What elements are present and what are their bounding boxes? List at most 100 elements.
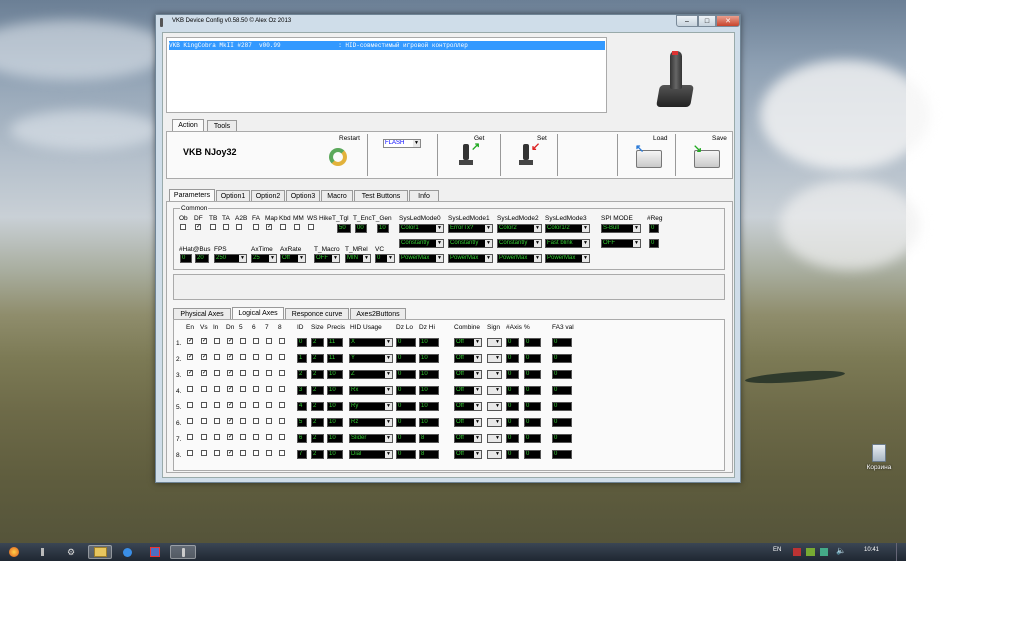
- axis-flag-checkbox[interactable]: [187, 434, 193, 440]
- nvidia-tray-icon[interactable]: [806, 548, 815, 556]
- language-indicator[interactable]: EN: [773, 547, 781, 553]
- axis-flag-checkbox[interactable]: [201, 386, 207, 392]
- device-list[interactable]: VKB KingCobra MkII #287 v00.99 : HID-сов…: [166, 37, 607, 113]
- axis-sign-dropdown[interactable]: ▼: [487, 354, 502, 363]
- axis-flag-checkbox[interactable]: [240, 386, 246, 392]
- restart-button[interactable]: [325, 146, 355, 174]
- taskbar-explorer-button[interactable]: [88, 545, 112, 559]
- sysled-dropdown[interactable]: Color1/2 ▼: [545, 224, 590, 233]
- axis-flag-checkbox[interactable]: [240, 402, 246, 408]
- get-button[interactable]: ↗: [453, 140, 483, 168]
- flag-checkbox[interactable]: [236, 224, 242, 230]
- axis-fa3-field[interactable]: 0: [552, 434, 572, 443]
- flag-checkbox[interactable]: [180, 224, 186, 230]
- axis-fa3-field[interactable]: 0: [552, 386, 572, 395]
- sysled-dropdown[interactable]: PowerMax ▼: [399, 254, 444, 263]
- axis-hid-usage-dropdown[interactable]: Ry ▼: [349, 402, 393, 411]
- axis-flag-checkbox[interactable]: ✓: [227, 370, 233, 376]
- axis-percent-field[interactable]: 0: [524, 354, 541, 363]
- axis-flag-checkbox[interactable]: [214, 434, 220, 440]
- axis-combine-dropdown[interactable]: Off ▼: [454, 434, 482, 443]
- axis-flag-checkbox[interactable]: [279, 338, 285, 344]
- axis-flag-checkbox[interactable]: [240, 370, 246, 376]
- axis-id-field[interactable]: 4: [297, 402, 307, 411]
- axis-combine-dropdown[interactable]: Off ▼: [454, 402, 482, 411]
- axis-flag-checkbox[interactable]: [279, 354, 285, 360]
- sysled-dropdown[interactable]: PowerMax ▼: [448, 254, 493, 263]
- axis-number-field[interactable]: 0: [506, 402, 519, 411]
- axis-number-field[interactable]: 0: [506, 386, 519, 395]
- axis-sign-dropdown[interactable]: ▼: [487, 418, 502, 427]
- axis-combine-dropdown[interactable]: Off ▼: [454, 386, 482, 395]
- axis-flag-checkbox[interactable]: [201, 402, 207, 408]
- axis-flag-checkbox[interactable]: [201, 450, 207, 456]
- axis-flag-checkbox[interactable]: [279, 386, 285, 392]
- axis-flag-checkbox[interactable]: ✓: [227, 434, 233, 440]
- enc-value-field[interactable]: 10: [377, 224, 389, 233]
- axis-deadzone-low-field[interactable]: 0: [396, 386, 416, 395]
- sysled-dropdown[interactable]: Color1 ▼: [399, 224, 444, 233]
- hat-value-field[interactable]: 0: [180, 254, 192, 263]
- axis-deadzone-low-field[interactable]: 0: [396, 434, 416, 443]
- axrate-dropdown[interactable]: Off ▼: [280, 254, 306, 263]
- axis-id-field[interactable]: 5: [297, 418, 307, 427]
- axis-hid-usage-dropdown[interactable]: Y ▼: [349, 354, 393, 363]
- maximize-button[interactable]: □: [698, 15, 716, 27]
- axis-precision-field[interactable]: 10: [327, 434, 343, 443]
- axis-id-field[interactable]: 3: [297, 386, 307, 395]
- axis-deadzone-low-field[interactable]: 0: [396, 370, 416, 379]
- flag-checkbox[interactable]: [223, 224, 229, 230]
- axis-percent-field[interactable]: 0: [524, 338, 541, 347]
- tmacro-dropdown[interactable]: OFF ▼: [314, 254, 340, 263]
- axis-id-field[interactable]: 1: [297, 354, 307, 363]
- axis-flag-checkbox[interactable]: ✓: [227, 402, 233, 408]
- axis-flag-checkbox[interactable]: ✓: [227, 418, 233, 424]
- axis-percent-field[interactable]: 0: [524, 434, 541, 443]
- axis-size-field[interactable]: 2: [311, 338, 324, 347]
- axis-flag-checkbox[interactable]: [266, 434, 272, 440]
- axis-fa3-field[interactable]: 0: [552, 450, 572, 459]
- axis-flag-checkbox[interactable]: [214, 338, 220, 344]
- axis-fa3-field[interactable]: 0: [552, 338, 572, 347]
- axis-sign-dropdown[interactable]: ▼: [487, 370, 502, 379]
- sysled-dropdown[interactable]: Fast blink ▼: [545, 239, 590, 248]
- axis-flag-checkbox[interactable]: ✓: [227, 354, 233, 360]
- axis-flag-checkbox[interactable]: [266, 338, 272, 344]
- axis-precision-field[interactable]: 11: [327, 354, 343, 363]
- axtime-dropdown[interactable]: 25 ▼: [251, 254, 277, 263]
- axis-precision-field[interactable]: 11: [327, 338, 343, 347]
- axis-combine-dropdown[interactable]: Off ▼: [454, 338, 482, 347]
- axis-flag-checkbox[interactable]: [266, 402, 272, 408]
- load-button[interactable]: ↖: [633, 142, 663, 170]
- sysled-dropdown[interactable]: Color2 ▼: [497, 224, 542, 233]
- axis-precision-field[interactable]: 10: [327, 386, 343, 395]
- axis-flag-checkbox[interactable]: ✓: [187, 354, 193, 360]
- axis-flag-checkbox[interactable]: [279, 370, 285, 376]
- taskbar-app-button[interactable]: [32, 545, 52, 559]
- axis-flag-checkbox[interactable]: [214, 386, 220, 392]
- axis-percent-field[interactable]: 0: [524, 370, 541, 379]
- axis-hid-usage-dropdown[interactable]: Rx ▼: [349, 386, 393, 395]
- flag-checkbox[interactable]: [294, 224, 300, 230]
- taskbar-ie-button[interactable]: [116, 545, 138, 559]
- axis-flag-checkbox[interactable]: [214, 450, 220, 456]
- axis-precision-field[interactable]: 10: [327, 402, 343, 411]
- axis-percent-field[interactable]: 0: [524, 418, 541, 427]
- axis-hid-usage-dropdown[interactable]: X ▼: [349, 338, 393, 347]
- flag-checkbox[interactable]: [210, 224, 216, 230]
- reg-value-field[interactable]: 0: [649, 224, 659, 233]
- axis-flag-checkbox[interactable]: [253, 402, 259, 408]
- axis-flag-checkbox[interactable]: [253, 450, 259, 456]
- bus-value-field[interactable]: 20: [195, 254, 209, 263]
- axis-hid-usage-dropdown[interactable]: Slider ▼: [349, 434, 393, 443]
- axis-flag-checkbox[interactable]: [187, 402, 193, 408]
- axis-flag-checkbox[interactable]: [266, 354, 272, 360]
- axis-flag-checkbox[interactable]: [240, 418, 246, 424]
- close-button[interactable]: ✕: [716, 15, 740, 27]
- set-button[interactable]: ↙: [513, 140, 543, 168]
- axis-flag-checkbox[interactable]: ✓: [187, 370, 193, 376]
- axis-deadzone-high-field[interactable]: 10: [419, 338, 439, 347]
- axis-combine-dropdown[interactable]: Off ▼: [454, 450, 482, 459]
- axis-flag-checkbox[interactable]: ✓: [201, 354, 207, 360]
- axis-flag-checkbox[interactable]: [240, 450, 246, 456]
